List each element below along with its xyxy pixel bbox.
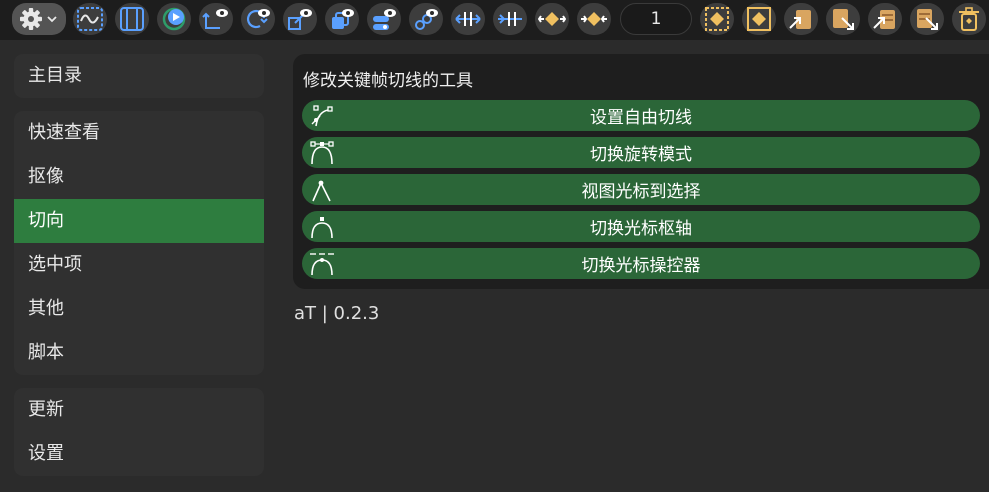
copy-up-icon <box>873 10 895 29</box>
set-free-tangent-label: 设置自由切线 <box>590 108 692 128</box>
copy-down-icon <box>917 9 938 30</box>
object-view-button[interactable] <box>325 3 359 35</box>
sidebar-group-system: 更新 设置 <box>14 388 264 476</box>
sidebar-item-keying[interactable]: 抠像 <box>14 155 264 199</box>
spread-keys-button[interactable] <box>451 3 485 35</box>
gear-icon <box>20 8 57 30</box>
view-cursor-to-selection-label: 视图光标到选择 <box>581 182 701 202</box>
sidebar-item-label: 其他 <box>28 298 64 319</box>
rotate-view-button[interactable] <box>241 3 275 35</box>
toggle-cursor-pivot-button[interactable]: 切换光标枢轴 <box>302 211 980 242</box>
sidebar-item-label: 更新 <box>28 399 64 420</box>
top-toolbar: 1 <box>0 0 989 40</box>
cursor-pivot-icon <box>311 217 333 239</box>
panel-title: 修改关键帧切线的工具 <box>303 71 473 91</box>
clipboard-down-icon <box>833 9 854 30</box>
copy-up-button[interactable] <box>868 3 902 35</box>
rotation-mode-icon <box>310 141 334 165</box>
delete-keys-button[interactable] <box>952 3 986 35</box>
key-outward-icon <box>581 12 607 26</box>
trash-icon <box>959 7 979 31</box>
sidebar-item-label: 切向 <box>28 210 64 231</box>
key-inward-button[interactable] <box>535 3 569 35</box>
key-select-icon <box>747 7 771 31</box>
sidebar-item-selection[interactable]: 选中项 <box>14 243 264 287</box>
view-cursor-to-selection-button[interactable]: 视图光标到选择 <box>302 174 980 205</box>
sidebar-item-update[interactable]: 更新 <box>14 388 264 432</box>
sidebar-item-other[interactable]: 其他 <box>14 287 264 331</box>
compress-keys-icon <box>498 12 522 26</box>
toggle-view-button[interactable] <box>367 3 401 35</box>
select-keys-button[interactable] <box>742 3 776 35</box>
sidebar-item-label: 脚本 <box>28 342 64 363</box>
cursor-to-selection-icon <box>312 180 331 202</box>
toggle-cursor-gizmo-label: 切换光标操控器 <box>581 256 701 276</box>
link-view-button[interactable] <box>409 3 443 35</box>
copy-down-button[interactable] <box>910 3 944 35</box>
sidebar-item-label: 设置 <box>28 443 64 464</box>
toggle-rotation-mode-button[interactable]: 切换旋转模式 <box>302 137 980 168</box>
cursor-gizmo-icon <box>310 253 334 276</box>
sidebar-item-label: 选中项 <box>28 254 82 275</box>
sidebar-item-tangents[interactable]: 切向 <box>14 199 264 243</box>
free-tangent-icon <box>311 105 333 127</box>
sidebar-item-label: 主目录 <box>28 65 82 86</box>
compress-keys-button[interactable] <box>493 3 527 35</box>
object-eye-icon <box>332 9 354 29</box>
clipboard-up-icon <box>789 10 811 29</box>
wave-curve-button[interactable] <box>73 3 107 35</box>
spread-keys-icon <box>455 12 481 26</box>
play-loop-button[interactable] <box>157 3 191 35</box>
set-free-tangent-button[interactable]: 设置自由切线 <box>302 100 980 131</box>
sidebar-item-label: 抠像 <box>28 166 64 187</box>
frame-number-value: 1 <box>650 9 662 29</box>
paste-down-button[interactable] <box>826 3 860 35</box>
sidebar-group-main: 主目录 <box>14 54 264 98</box>
link-eye-icon <box>415 9 438 30</box>
select-keys-dashed-button[interactable] <box>700 3 734 35</box>
sidebar-item-label: 快速查看 <box>28 122 100 143</box>
scale-view-button[interactable] <box>283 3 317 35</box>
toggle-eye-icon <box>373 9 396 30</box>
scale-eye-icon <box>288 9 312 30</box>
rotate-eye-icon <box>247 9 270 29</box>
settings-menu-button[interactable] <box>12 3 66 35</box>
key-inward-icon <box>538 12 566 26</box>
frame-number-field[interactable]: 1 <box>620 3 692 35</box>
sidebar-item-home[interactable]: 主目录 <box>14 54 264 98</box>
transform-view-button[interactable] <box>199 3 233 35</box>
transform-eye-icon <box>202 9 228 29</box>
version-label: aT | 0.2.3 <box>294 303 380 324</box>
sidebar-item-quick-view[interactable]: 快速查看 <box>14 111 264 155</box>
sidebar-item-settings[interactable]: 设置 <box>14 432 264 476</box>
toggle-cursor-gizmo-button[interactable]: 切换光标操控器 <box>302 248 980 279</box>
frame-range-button[interactable] <box>115 3 149 35</box>
wave-curve-icon <box>77 7 103 31</box>
play-loop-icon <box>162 7 186 31</box>
paste-up-button[interactable] <box>784 3 818 35</box>
key-select-dashed-icon <box>705 7 729 31</box>
sidebar-item-scripts[interactable]: 脚本 <box>14 331 264 375</box>
toggle-rotation-mode-label: 切换旋转模式 <box>590 145 692 165</box>
key-outward-button[interactable] <box>577 3 611 35</box>
sidebar-group-tools: 快速查看 抠像 切向 选中项 其他 脚本 <box>14 111 264 375</box>
tangent-tools-panel: 修改关键帧切线的工具 设置自由切线 切换旋转模式 视图光标到选择 切换光标枢轴 … <box>293 54 989 289</box>
toggle-cursor-pivot-label: 切换光标枢轴 <box>590 219 692 239</box>
frame-range-icon <box>120 7 144 31</box>
